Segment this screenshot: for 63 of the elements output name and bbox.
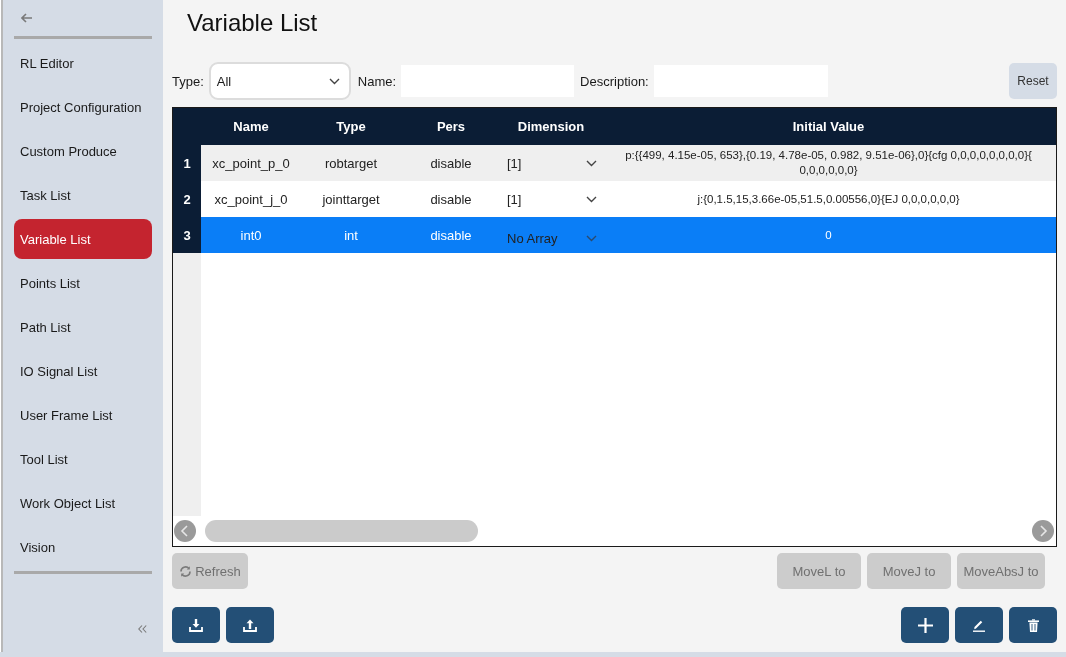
trash-icon <box>1027 618 1039 632</box>
filter-label: Description: <box>580 73 649 89</box>
dimension-dropdown[interactable]: No Array <box>501 219 601 251</box>
table-row[interactable]: 1 xc_point_p_0 robtarget disable [1] p:{{499, 4.15e-05, 653},{0.19, 4.78e-05, 0.982, 9.51e-06},0}{cfg 0,0,0,0,0,0,0,0}{ 0,0,0,0,0,0} <box>173 145 1056 181</box>
table-cell-text: disable <box>429 191 473 207</box>
chevron-down-icon <box>586 234 597 242</box>
scroll-left-icon[interactable] <box>174 520 196 542</box>
delete-button[interactable] <box>1009 607 1057 643</box>
column-header[interactable]: Initial Value <box>601 119 1056 134</box>
table-cell-text: disable <box>429 227 473 243</box>
row-number: 1 <box>173 145 201 181</box>
upload-icon <box>243 618 257 632</box>
refresh-icon <box>179 564 193 578</box>
edit-button[interactable] <box>955 607 1003 643</box>
sidebar-item[interactable]: Path List <box>14 307 152 347</box>
table-cell-text: int <box>343 227 359 243</box>
dimension-dropdown[interactable]: [1] <box>501 150 601 176</box>
back-arrow-icon[interactable] <box>21 13 32 23</box>
row-number: 3 <box>173 217 201 253</box>
table-cell-text: xc_point_p_0 <box>211 155 291 171</box>
table-cell-text: robtarget <box>323 155 378 171</box>
add-button[interactable] <box>901 607 949 643</box>
table-cell-text: j:{0,1.5,15,3.66e-05,51.5,0.00556,0}{EJ 0,0,0,0,0,0} <box>696 191 961 207</box>
sidebar-item[interactable]: IO Signal List <box>14 351 152 391</box>
chevron-down-icon <box>328 77 340 85</box>
table-cell-text: int0 <box>239 227 263 243</box>
column-header[interactable]: Type <box>301 119 401 134</box>
collapse-icon[interactable] <box>138 625 147 633</box>
download-icon <box>189 618 203 632</box>
column-header[interactable]: Dimension <box>501 119 601 134</box>
chevron-down-icon <box>586 159 597 167</box>
chevron-down-icon <box>586 195 597 203</box>
sidebar-item[interactable]: Tool List <box>14 439 152 479</box>
sidebar-item[interactable]: User Frame List <box>14 395 152 435</box>
download-button[interactable] <box>172 607 220 643</box>
filter-label: Name: <box>357 73 397 89</box>
row-number: 2 <box>173 181 201 217</box>
upload-button[interactable] <box>226 607 274 643</box>
sidebar-item[interactable]: Variable List <box>14 219 152 259</box>
sidebar-item[interactable]: Task List <box>14 175 152 215</box>
sidebar-item[interactable]: RL Editor <box>14 43 152 83</box>
dimension-dropdown[interactable]: [1] <box>501 186 601 212</box>
column-header[interactable]: Name <box>201 119 301 134</box>
scrollbar-thumb[interactable] <box>205 520 478 542</box>
sidebar-item[interactable]: Points List <box>14 263 152 303</box>
table-cell-text: 0 <box>824 227 833 243</box>
column-header[interactable]: Pers <box>401 119 501 134</box>
sidebar-item[interactable]: Custom Produce <box>14 131 152 171</box>
sidebar-item[interactable]: Work Object List <box>14 483 152 523</box>
reset-button[interactable]: Reset <box>1009 63 1057 99</box>
table-cell-text: xc_point_j_0 <box>213 191 289 207</box>
scroll-right-icon[interactable] <box>1032 520 1054 542</box>
page-title: Variable List <box>187 8 318 38</box>
pencil-icon <box>972 618 986 632</box>
table-cell-text: p:{{499, 4.15e-05, 653},{0.19, 4.78e-05, 0.982, 9.51e-06},0}{cfg 0,0,0,0,0,0,0,0}{ 0,0,0,0,0,0} <box>624 148 1033 178</box>
sidebar-item[interactable]: Project Configuration <box>14 87 152 127</box>
table-row[interactable]: 3 int0 int disable No Array 0 <box>173 217 1056 253</box>
table-cell-text: jointtarget <box>321 191 381 207</box>
type-dropdown[interactable]: All <box>208 62 351 100</box>
plus-icon <box>917 617 933 633</box>
table-cell-text: disable <box>429 155 473 171</box>
sidebar-item[interactable]: Vision <box>14 527 152 567</box>
filter-label: Type: <box>172 73 204 89</box>
